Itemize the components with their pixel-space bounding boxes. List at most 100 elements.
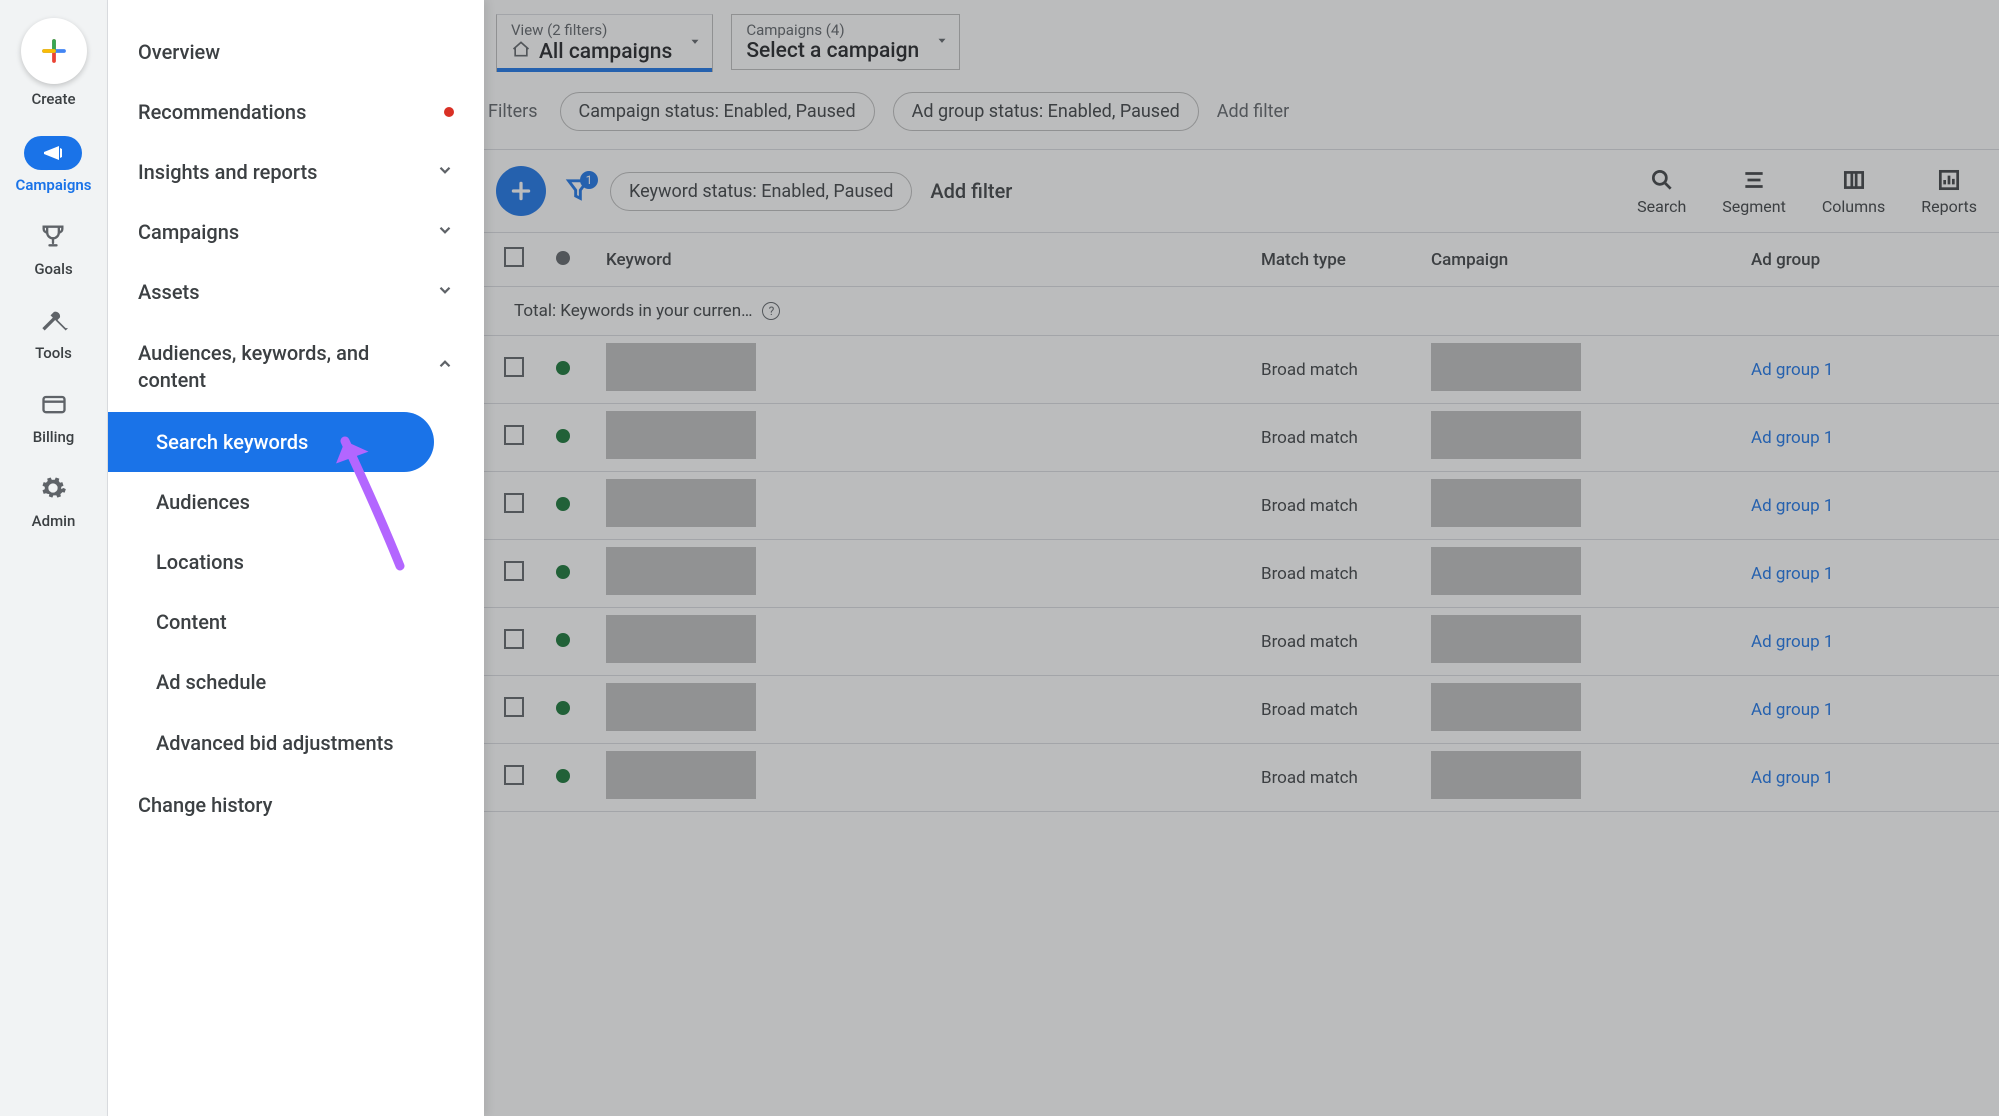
table-row[interactable]: Broad matchAd group 1 (484, 336, 1999, 404)
ad-group-link[interactable]: Ad group 1 (1751, 428, 1833, 448)
create-button[interactable]: Create (21, 18, 87, 108)
add-filter-button[interactable]: Add filter (1217, 101, 1289, 122)
nav-search-keywords[interactable]: Search keywords (108, 412, 434, 472)
table-row[interactable]: Broad matchAd group 1 (484, 404, 1999, 472)
ad-group-link[interactable]: Ad group 1 (1751, 700, 1833, 720)
col-keyword[interactable]: Keyword (594, 250, 1249, 270)
total-row-label: Total: Keywords in your curren… (514, 301, 752, 321)
plus-icon (21, 18, 87, 84)
table-row[interactable]: Broad match Ad group 1 (484, 676, 1999, 744)
campaign-redacted (1431, 479, 1581, 527)
status-dot-icon (556, 633, 570, 647)
ad-group-link[interactable]: Ad group 1 (1751, 496, 1833, 516)
view-picker[interactable]: View (2 filters) All campaigns (496, 14, 713, 72)
card-icon (40, 390, 68, 422)
nav-campaigns-label: Campaigns (138, 220, 239, 244)
nav-ad-schedule[interactable]: Ad schedule (108, 652, 484, 712)
table-row[interactable]: Broad matchAd group 1 (484, 540, 1999, 608)
segment-button[interactable]: Segment (1722, 167, 1786, 216)
rail-admin[interactable]: Admin (32, 474, 76, 530)
keyword-redacted (606, 615, 756, 663)
nav-locations[interactable]: Locations (108, 532, 484, 592)
col-campaign[interactable]: Campaign (1419, 250, 1739, 270)
col-ad-group[interactable]: Ad group (1739, 250, 1999, 270)
alert-dot-icon (444, 107, 454, 117)
row-checkbox[interactable] (504, 765, 524, 785)
row-checkbox[interactable] (504, 493, 524, 513)
home-icon (511, 39, 531, 65)
filter-badge: 1 (580, 171, 598, 189)
filter-chip-keyword-status[interactable]: Keyword status: Enabled, Paused (610, 172, 912, 211)
status-dot-icon (556, 429, 570, 443)
rail-billing[interactable]: Billing (33, 390, 75, 446)
match-type-cell: Broad match (1249, 700, 1419, 720)
row-checkbox[interactable] (504, 357, 524, 377)
nav-change-history-label: Change history (138, 793, 272, 817)
add-keyword-button[interactable] (496, 166, 546, 216)
select-all-checkbox[interactable] (504, 247, 524, 267)
rail-tools[interactable]: Tools (35, 306, 72, 362)
gear-icon (39, 474, 67, 506)
campaign-redacted (1431, 615, 1581, 663)
help-icon[interactable]: ? (762, 302, 780, 320)
nav-audiences[interactable]: Audiences (108, 472, 484, 532)
nav-campaigns[interactable]: Campaigns (108, 202, 484, 262)
table-row[interactable]: Broad matchAd group 1 (484, 744, 1999, 812)
row-checkbox[interactable] (504, 697, 524, 717)
toolbar-add-filter[interactable]: Add filter (930, 179, 1012, 203)
rail-goals-label: Goals (34, 260, 72, 278)
table-row[interactable]: Broad matchAd group 1 (484, 472, 1999, 540)
table-row[interactable]: Broad matchAd group 1 (484, 608, 1999, 676)
chevron-up-icon (436, 355, 454, 379)
icon-rail: Create Campaigns Goals Tools Billing (0, 0, 108, 1116)
columns-button[interactable]: Columns (1822, 167, 1885, 216)
status-header-icon[interactable] (556, 251, 570, 265)
nav-advanced-bid[interactable]: Advanced bid adjustments (108, 712, 484, 775)
reports-button[interactable]: Reports (1921, 167, 1977, 216)
campaign-redacted (1431, 411, 1581, 459)
nav-locations-label: Locations (156, 550, 244, 574)
table-total-row: Total: Keywords in your curren… ? (484, 287, 1999, 336)
status-dot-icon (556, 565, 570, 579)
rail-tools-label: Tools (35, 344, 72, 362)
scope-pickers: View (2 filters) All campaigns Campaigns… (484, 0, 1999, 86)
row-checkbox[interactable] (504, 425, 524, 445)
filter-chip-adgroup-status[interactable]: Ad group status: Enabled, Paused (893, 92, 1199, 131)
filter-chip-campaign-status[interactable]: Campaign status: Enabled, Paused (560, 92, 875, 131)
view-picker-value: All campaigns (539, 40, 672, 64)
nav-content[interactable]: Content (108, 592, 484, 652)
row-checkbox[interactable] (504, 561, 524, 581)
nav-audiences-keywords-content[interactable]: Audiences, keywords, and content (108, 322, 484, 412)
ad-group-link[interactable]: Ad group 1 (1751, 360, 1833, 380)
chevron-down-icon (436, 221, 454, 243)
nav-recommendations[interactable]: Recommendations (108, 82, 484, 142)
campaign-picker-value: Select a campaign (746, 39, 919, 63)
ad-group-link[interactable]: Ad group 1 (1751, 564, 1833, 584)
search-button[interactable]: Search (1637, 167, 1686, 216)
col-match-type[interactable]: Match type (1249, 250, 1419, 270)
nav-assets[interactable]: Assets (108, 262, 484, 322)
nav-insights-label: Insights and reports (138, 160, 317, 184)
filter-icon[interactable]: 1 (564, 175, 592, 207)
nav-recommendations-label: Recommendations (138, 100, 306, 124)
rail-campaigns[interactable]: Campaigns (16, 136, 92, 194)
nav-assets-label: Assets (138, 280, 200, 304)
status-dot-icon (556, 701, 570, 715)
keyword-redacted (606, 547, 756, 595)
dropdown-icon (688, 34, 702, 53)
nav-change-history[interactable]: Change history (108, 775, 484, 835)
nav-insights[interactable]: Insights and reports (108, 142, 484, 202)
rail-campaigns-label: Campaigns (16, 176, 92, 194)
table-header: Keyword Match type Campaign Ad group (484, 232, 1999, 287)
ad-group-link[interactable]: Ad group 1 (1751, 632, 1833, 652)
rail-goals[interactable]: Goals (34, 222, 72, 278)
row-checkbox[interactable] (504, 629, 524, 649)
keyword-redacted (606, 479, 756, 527)
campaign-redacted (1431, 751, 1581, 799)
campaign-redacted (1431, 343, 1581, 391)
campaign-picker[interactable]: Campaigns (4) Select a campaign (731, 14, 960, 70)
nav-overview[interactable]: Overview (108, 22, 484, 82)
secondary-nav: Overview Recommendations Insights and re… (108, 0, 484, 1116)
nav-search-keywords-label: Search keywords (156, 430, 308, 454)
ad-group-link[interactable]: Ad group 1 (1751, 768, 1833, 788)
